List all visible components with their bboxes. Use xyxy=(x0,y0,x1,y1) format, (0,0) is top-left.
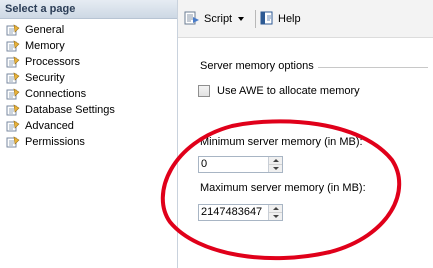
page-icon xyxy=(6,120,20,132)
chevron-down-icon[interactable] xyxy=(238,17,245,21)
awe-option[interactable]: Use AWE to allocate memory xyxy=(198,85,360,97)
page-item-connections[interactable]: Connections xyxy=(0,86,177,102)
arrow-up-icon xyxy=(272,207,279,210)
help-button[interactable]: Help xyxy=(260,11,301,27)
increment-button[interactable] xyxy=(269,157,282,164)
page-item-memory[interactable]: Memory xyxy=(0,38,177,54)
increment-button[interactable] xyxy=(269,205,282,212)
max-memory-stepper[interactable]: 2147483647 xyxy=(198,204,283,221)
help-label: Help xyxy=(278,13,301,25)
script-label: Script xyxy=(204,13,233,25)
max-memory-arrows xyxy=(268,205,282,220)
page-item-processors[interactable]: Processors xyxy=(0,54,177,70)
toolbar: Script Help xyxy=(178,0,433,38)
page-icon xyxy=(6,136,20,148)
page-icon xyxy=(6,56,20,68)
page-icon xyxy=(6,104,20,116)
page-icon xyxy=(6,72,20,84)
page-item-permissions[interactable]: Permissions xyxy=(0,134,177,150)
page-item-security[interactable]: Security xyxy=(0,70,177,86)
page-icon xyxy=(6,40,20,52)
page-label-permissions: Permissions xyxy=(25,136,85,148)
arrow-down-icon xyxy=(272,167,279,170)
page-label-memory: Memory xyxy=(25,38,65,54)
page-item-advanced[interactable]: Advanced xyxy=(0,118,177,134)
page-label-advanced: Advanced xyxy=(25,120,74,132)
min-memory-value[interactable]: 0 xyxy=(199,157,268,172)
min-memory-label: Minimum server memory (in MB): xyxy=(200,136,363,148)
decrement-button[interactable] xyxy=(269,212,282,220)
script-button[interactable]: Script xyxy=(184,11,245,28)
page-list: General Memory Processors Security Conne… xyxy=(0,19,177,150)
arrow-up-icon xyxy=(272,159,279,162)
group-divider xyxy=(318,67,428,68)
awe-label: Use AWE to allocate memory xyxy=(217,85,360,97)
help-icon xyxy=(260,11,274,28)
page-label-general: General xyxy=(25,24,65,36)
decrement-button[interactable] xyxy=(269,164,282,172)
page-icon xyxy=(6,88,20,100)
max-memory-label: Maximum server memory (in MB): xyxy=(200,182,366,194)
page-label-processors: Processors xyxy=(25,56,81,68)
page-icon xyxy=(6,24,20,36)
page-label-connections: Connections xyxy=(25,88,87,100)
page-selector-pane: Select a page General Memory Processors … xyxy=(0,0,178,268)
max-memory-value[interactable]: 2147483647 xyxy=(199,205,268,220)
memory-page: Script Help Server memory options Use AW… xyxy=(178,0,433,268)
min-memory-arrows xyxy=(268,157,282,172)
arrow-down-icon xyxy=(272,215,279,218)
server-memory-options-title: Server memory options xyxy=(200,60,314,72)
page-label-database-settings: Database Settings xyxy=(25,104,115,116)
page-item-database-settings[interactable]: Database Settings xyxy=(0,102,177,118)
toolbar-separator xyxy=(255,10,256,28)
awe-checkbox[interactable] xyxy=(198,85,210,97)
page-item-general[interactable]: General xyxy=(0,22,177,38)
select-page-header: Select a page xyxy=(0,0,177,19)
page-label-security: Security xyxy=(25,72,65,84)
script-icon xyxy=(184,11,200,28)
min-memory-stepper[interactable]: 0 xyxy=(198,156,283,173)
